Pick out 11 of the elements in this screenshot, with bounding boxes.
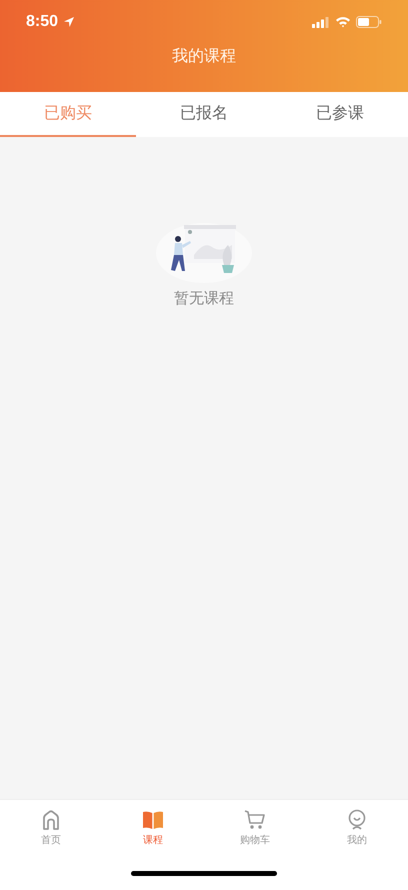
wifi-icon (335, 16, 351, 28)
page-title: 我的课程 (171, 46, 237, 67)
location-arrow-icon (63, 16, 76, 28)
profile-icon (346, 809, 368, 831)
status-time: 8:50 (26, 13, 58, 31)
battery-icon (356, 16, 382, 28)
signal-icon (312, 16, 330, 28)
cart-icon (244, 809, 266, 831)
empty-message: 暂无课程 (174, 289, 234, 308)
home-icon (40, 809, 62, 831)
book-icon (142, 809, 164, 831)
